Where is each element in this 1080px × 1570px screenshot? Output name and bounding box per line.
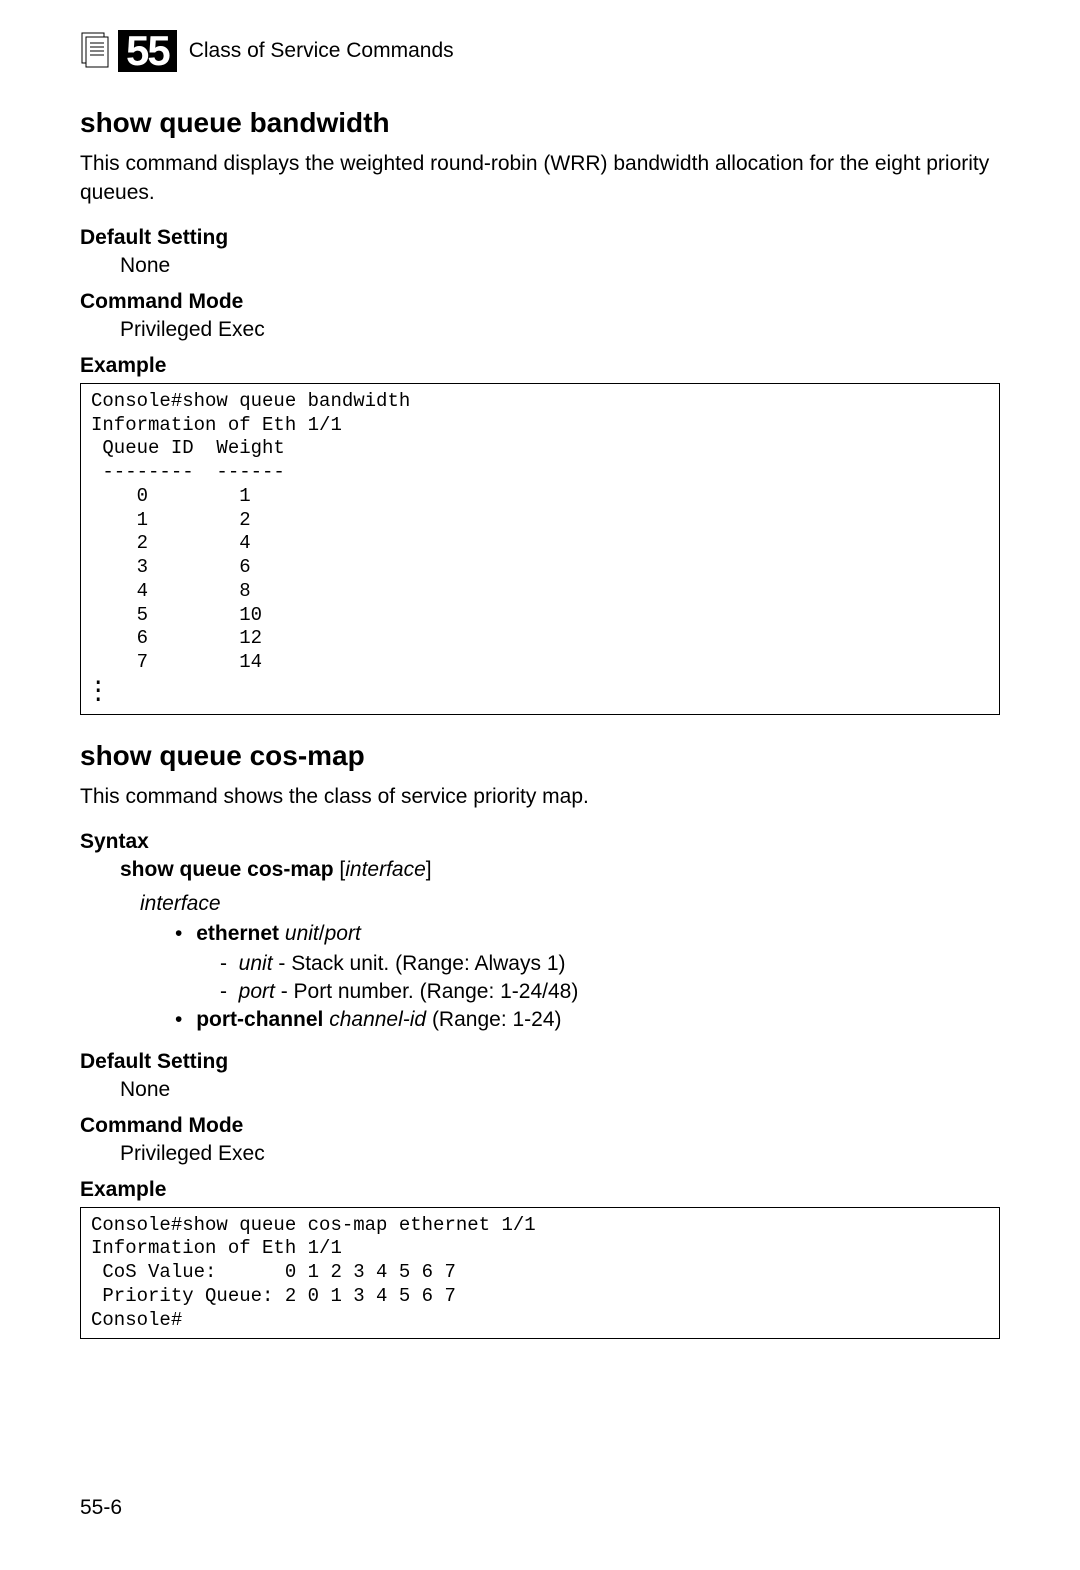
port-italic: port [239, 980, 275, 1003]
section1-code-text: Console#show queue bandwidth Information… [91, 390, 410, 673]
section1-default-setting-value: None [120, 254, 1000, 278]
section2-command-mode-label: Command Mode [80, 1114, 1000, 1138]
ethernet-port-italic: port [325, 922, 361, 945]
syntax-bracket-close: ] [426, 858, 432, 881]
syntax-bracket-open: [ [334, 858, 346, 881]
section1-command-mode-value: Privileged Exec [120, 318, 1000, 342]
unit-line: - unit - Stack unit. (Range: Always 1) [220, 952, 1000, 976]
interface-label: interface [140, 892, 1000, 916]
bullet-icon: • [175, 922, 182, 945]
portchannel-line: • port-channel channel-id (Range: 1-24) [175, 1008, 1000, 1032]
page-number: 55-6 [80, 1496, 122, 1520]
section1-example-label: Example [80, 354, 1000, 378]
section2-command-mode-value: Privileged Exec [120, 1142, 1000, 1166]
chapter-title: Class of Service Commands [189, 39, 454, 63]
bullet-icon: • [175, 1008, 182, 1031]
portchannel-bold: port-channel [196, 1008, 323, 1031]
syntax-cmd-bold: show queue cos-map [120, 858, 334, 881]
port-desc: - Port number. (Range: 1-24/48) [275, 980, 579, 1003]
section2-syntax-label: Syntax [80, 830, 1000, 854]
ethernet-unit-italic: unit [279, 922, 319, 945]
ethernet-bold: ethernet [196, 922, 279, 945]
book-icon [80, 31, 110, 71]
section2-example-label: Example [80, 1178, 1000, 1202]
section2-default-setting-value: None [120, 1078, 1000, 1102]
section1-heading: show queue bandwidth [80, 107, 1000, 139]
page-header: 55 Class of Service Commands [80, 30, 1000, 72]
syntax-cmd-param: interface [345, 858, 426, 881]
section2-code-block: Console#show queue cos-map ethernet 1/1 … [80, 1207, 1000, 1340]
section1-description: This command displays the weighted round… [80, 149, 1000, 208]
section2-syntax-command: show queue cos-map [interface] [120, 858, 1000, 882]
port-line: - port - Port number. (Range: 1-24/48) [220, 980, 1000, 1004]
portchannel-italic: channel-id [323, 1008, 426, 1031]
section1-default-setting-label: Default Setting [80, 226, 1000, 250]
section2-default-setting-label: Default Setting [80, 1050, 1000, 1074]
section2-heading: show queue cos-map [80, 740, 1000, 772]
unit-italic: unit [239, 952, 273, 975]
section1-command-mode-label: Command Mode [80, 290, 1000, 314]
vertical-dots-icon: . . . [91, 675, 105, 700]
chapter-number: 55 [118, 30, 177, 72]
section2-description: This command shows the class of service … [80, 782, 1000, 811]
portchannel-range: (Range: 1-24) [426, 1008, 561, 1031]
section1-code-block: Console#show queue bandwidth Information… [80, 383, 1000, 716]
ethernet-line: • ethernet unit/port [175, 922, 1000, 946]
unit-desc: - Stack unit. (Range: Always 1) [273, 952, 566, 975]
